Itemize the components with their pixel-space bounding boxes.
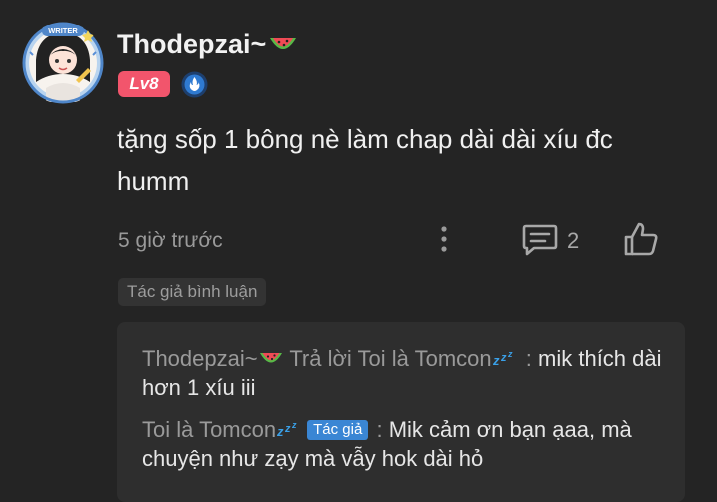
zzz-icon: z z z bbox=[492, 349, 513, 367]
timestamp: 5 giờ trước bbox=[118, 229, 223, 252]
svg-text:z: z bbox=[284, 423, 291, 435]
svg-text:z: z bbox=[500, 352, 507, 364]
reply-count: 2 bbox=[567, 228, 580, 253]
reply-target-user[interactable]: Toi là Tomcon bbox=[358, 346, 492, 371]
comment-text: tặng sốp 1 bông nè làm chap dài dài xíu … bbox=[117, 124, 613, 196]
avatar-frame-label: WRITER bbox=[48, 26, 78, 35]
zzz-icon: z z z bbox=[276, 420, 297, 438]
reply-item[interactable]: Thodepzai~ Trả lời Toi là Tomcon z z z :… bbox=[142, 344, 662, 402]
like-icon[interactable] bbox=[622, 220, 660, 258]
svg-text:z: z bbox=[492, 353, 500, 367]
watermelon-icon bbox=[270, 38, 297, 49]
reply-user[interactable]: Thodepzai~ bbox=[142, 346, 258, 371]
more-vertical-icon[interactable] bbox=[430, 224, 458, 256]
svg-text:z: z bbox=[291, 420, 297, 430]
author-badge: Tác giả bbox=[307, 420, 369, 440]
reply-icon[interactable] bbox=[521, 222, 559, 256]
author-comment-tag: Tác giả bình luận bbox=[118, 278, 267, 306]
reply-separator: : bbox=[376, 417, 383, 442]
reply-item[interactable]: Toi là Tomcon z z z Tác giả : Mik cảm ơn… bbox=[142, 415, 662, 473]
svg-text:z: z bbox=[276, 424, 284, 438]
author-name-text: Thodepzai~ bbox=[117, 29, 267, 59]
level-badge: Lv8 bbox=[118, 71, 170, 97]
verified-badge-icon[interactable] bbox=[180, 70, 209, 99]
reply-separator: : bbox=[525, 346, 532, 371]
replies-box[interactable]: Thodepzai~ Trả lời Toi là Tomcon z z z :… bbox=[117, 322, 685, 502]
avatar[interactable]: WRITER bbox=[22, 22, 104, 104]
author-name[interactable]: Thodepzai~ bbox=[117, 26, 298, 62]
svg-text:z: z bbox=[507, 349, 513, 359]
reply-action: Trả lời bbox=[289, 346, 352, 371]
avatar-image: WRITER bbox=[22, 22, 104, 104]
watermelon-icon bbox=[259, 353, 282, 363]
reply-user[interactable]: Toi là Tomcon bbox=[142, 417, 276, 442]
